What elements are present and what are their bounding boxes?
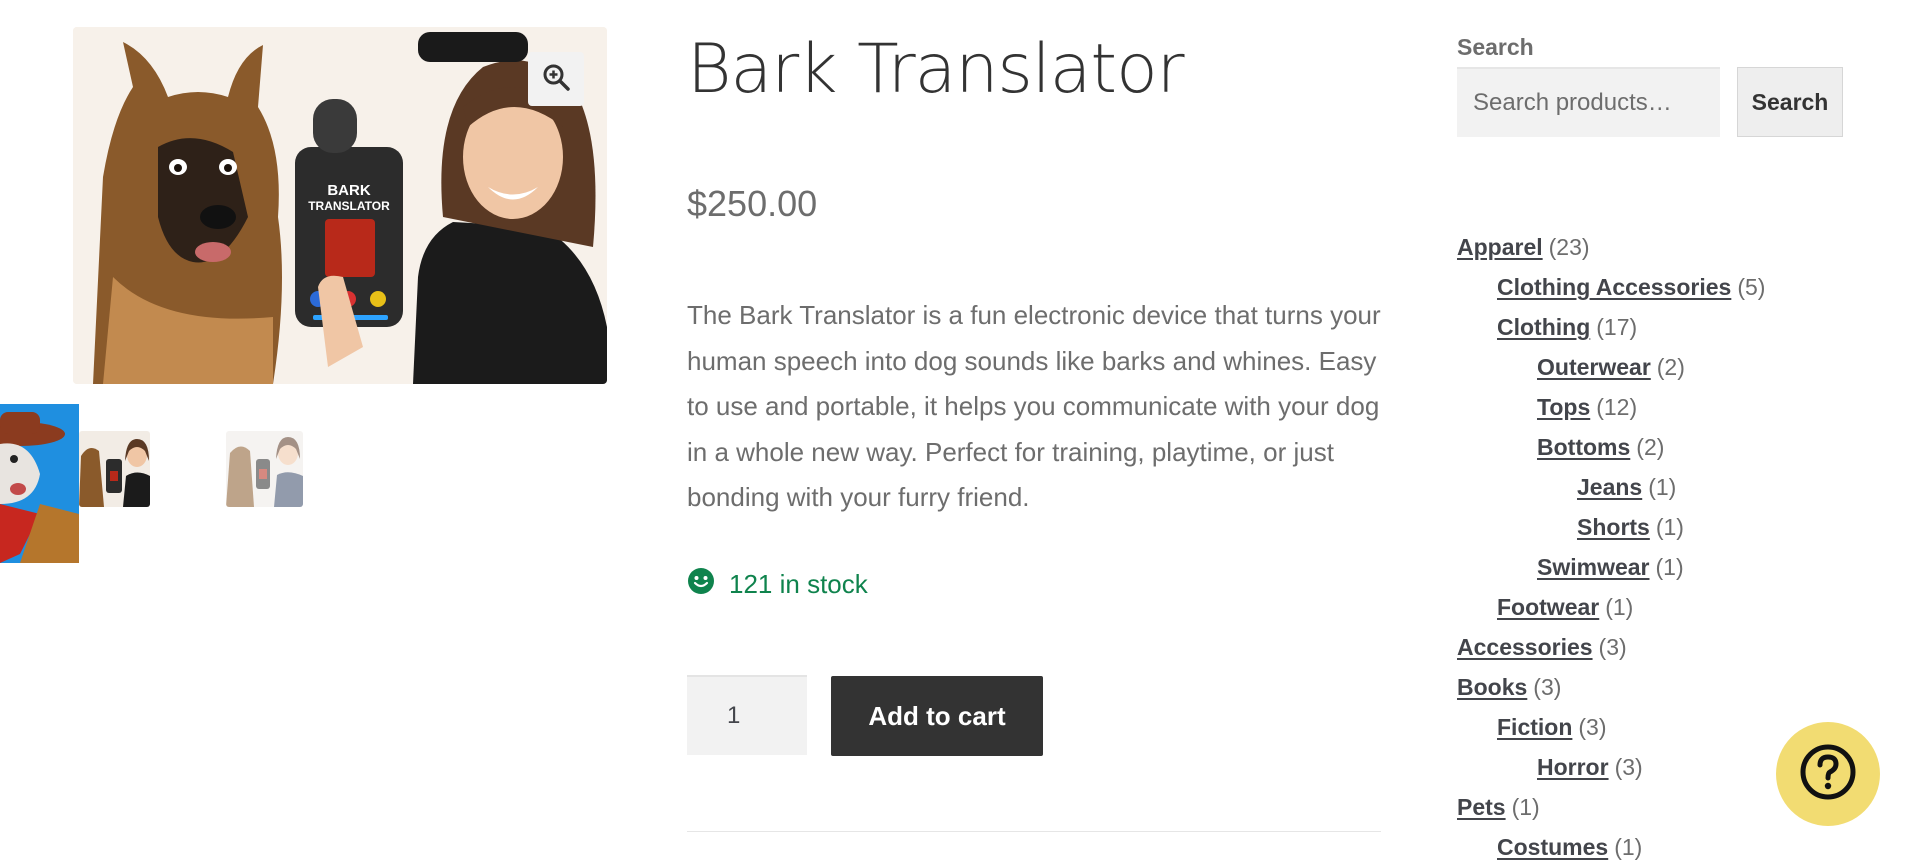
category-link[interactable]: Footwear bbox=[1497, 594, 1599, 620]
category-item-accessories: Accessories (3) bbox=[1457, 634, 1627, 661]
category-link[interactable]: Shorts bbox=[1577, 514, 1650, 540]
category-count: (1) bbox=[1605, 594, 1634, 620]
category-count: (1) bbox=[1655, 554, 1684, 580]
stock-status: 121 in stock bbox=[687, 567, 868, 602]
category-link[interactable]: Jeans bbox=[1577, 474, 1642, 500]
stock-text: 121 in stock bbox=[729, 569, 868, 599]
product-main-image[interactable]: BARK TRANSLATOR bbox=[73, 27, 607, 384]
thumbnail-bark-translator-1[interactable] bbox=[79, 431, 150, 507]
category-count: (5) bbox=[1737, 274, 1766, 300]
category-item-costumes: Costumes (1) bbox=[1497, 834, 1642, 861]
add-to-cart-button[interactable]: Add to cart bbox=[831, 676, 1043, 756]
category-link[interactable]: Clothing Accessories bbox=[1497, 274, 1731, 300]
help-button[interactable] bbox=[1776, 722, 1880, 826]
category-link[interactable]: Clothing bbox=[1497, 314, 1590, 340]
category-item-fiction: Fiction (3) bbox=[1497, 714, 1607, 741]
category-link[interactable]: Outerwear bbox=[1537, 354, 1651, 380]
category-item-pets: Pets (1) bbox=[1457, 794, 1540, 821]
search-widget-title: Search bbox=[1457, 34, 1534, 60]
category-link[interactable]: Accessories bbox=[1457, 634, 1593, 660]
smiley-icon bbox=[687, 567, 715, 602]
product-title: Bark Translator bbox=[687, 30, 1185, 109]
device-label-line1: BARK bbox=[327, 182, 370, 199]
divider bbox=[687, 831, 1381, 832]
category-item-tops: Tops (12) bbox=[1537, 394, 1637, 421]
search-input[interactable] bbox=[1457, 67, 1720, 137]
category-item-clothing-accessories: Clothing Accessories (5) bbox=[1497, 274, 1765, 301]
category-count: (1) bbox=[1511, 794, 1540, 820]
category-item-apparel: Apparel (23) bbox=[1457, 234, 1590, 261]
category-count: (17) bbox=[1596, 314, 1638, 340]
category-item-outerwear: Outerwear (2) bbox=[1537, 354, 1685, 381]
category-item-bottoms: Bottoms (2) bbox=[1537, 434, 1664, 461]
category-item-clothing: Clothing (17) bbox=[1497, 314, 1637, 341]
zoom-in-icon bbox=[542, 63, 570, 96]
category-count: (3) bbox=[1578, 714, 1607, 740]
zoom-button[interactable] bbox=[528, 52, 584, 106]
category-count: (1) bbox=[1648, 474, 1677, 500]
category-item-shorts: Shorts (1) bbox=[1577, 514, 1684, 541]
question-mark-icon bbox=[1798, 742, 1858, 807]
category-count: (1) bbox=[1655, 514, 1684, 540]
product-price: $250.00 bbox=[687, 183, 818, 224]
category-count: (3) bbox=[1598, 634, 1627, 660]
category-item-horror: Horror (3) bbox=[1537, 754, 1643, 781]
category-item-books: Books (3) bbox=[1457, 674, 1561, 701]
product-description: The Bark Translator is a fun electronic … bbox=[687, 300, 1381, 512]
category-count: (3) bbox=[1614, 754, 1643, 780]
category-count: (1) bbox=[1614, 834, 1643, 860]
category-count: (23) bbox=[1548, 234, 1590, 260]
search-button[interactable]: Search bbox=[1737, 67, 1843, 137]
category-link[interactable]: Horror bbox=[1537, 754, 1609, 780]
category-link[interactable]: Apparel bbox=[1457, 234, 1543, 260]
category-link[interactable]: Fiction bbox=[1497, 714, 1572, 740]
category-count: (12) bbox=[1596, 394, 1638, 420]
thumbnail-dog-costume[interactable] bbox=[0, 404, 79, 563]
category-link[interactable]: Books bbox=[1457, 674, 1527, 700]
category-link[interactable]: Swimwear bbox=[1537, 554, 1650, 580]
category-link[interactable]: Pets bbox=[1457, 794, 1506, 820]
quantity-input[interactable] bbox=[687, 675, 807, 755]
category-link[interactable]: Costumes bbox=[1497, 834, 1608, 860]
category-item-swimwear: Swimwear (1) bbox=[1537, 554, 1684, 581]
category-item-jeans: Jeans (1) bbox=[1577, 474, 1676, 501]
category-count: (2) bbox=[1636, 434, 1665, 460]
device-label-line2: TRANSLATOR bbox=[308, 199, 390, 213]
thumbnail-bark-translator-2[interactable] bbox=[226, 431, 303, 507]
category-link[interactable]: Tops bbox=[1537, 394, 1590, 420]
category-link[interactable]: Bottoms bbox=[1537, 434, 1630, 460]
category-count: (2) bbox=[1656, 354, 1685, 380]
category-item-footwear: Footwear (1) bbox=[1497, 594, 1633, 621]
category-count: (3) bbox=[1533, 674, 1562, 700]
